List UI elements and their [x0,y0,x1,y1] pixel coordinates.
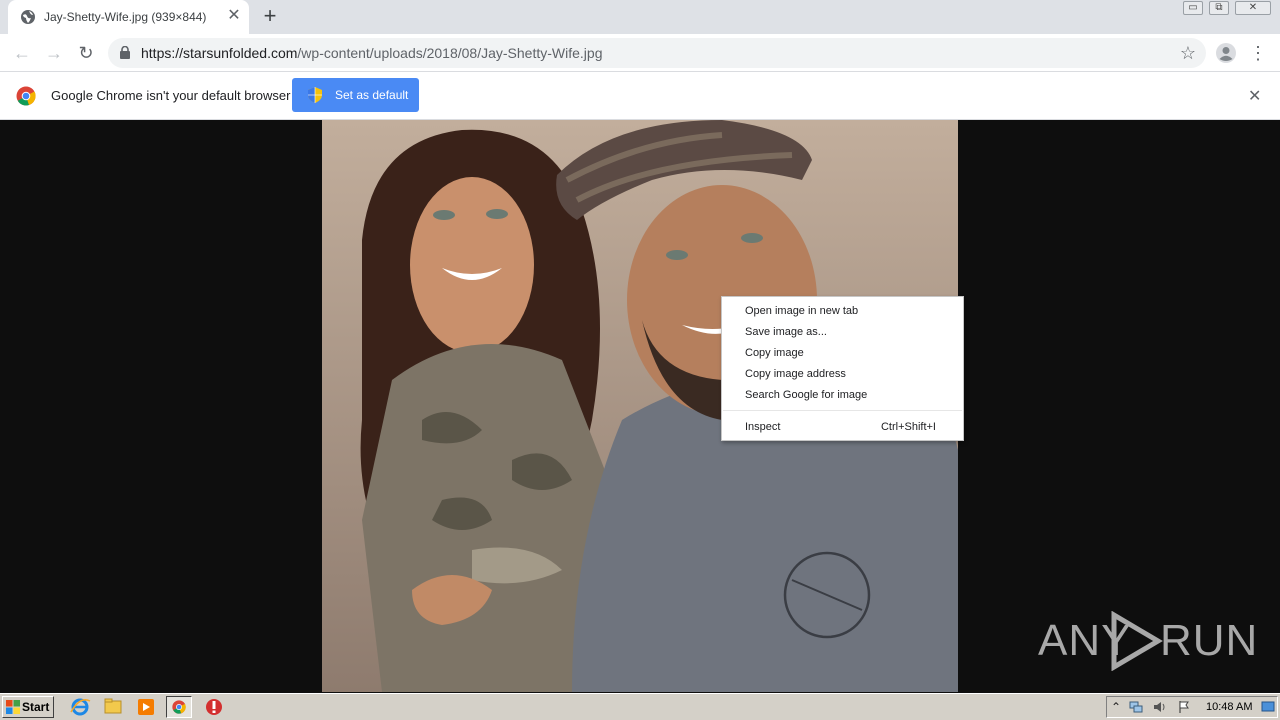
minimize-button[interactable]: ▭ [1183,1,1203,15]
window-close-button[interactable]: ✕ [1235,1,1271,15]
infobar-message: Google Chrome isn't your default browser [51,88,291,103]
anyrun-watermark: ANY RUN [1038,608,1257,674]
browser-toolbar: ← → ↻ https://starsunfolded.com/wp-conte… [0,34,1280,72]
menu-icon[interactable]: ⋮ [1248,43,1268,63]
forward-icon[interactable]: → [44,43,64,63]
lock-icon [120,46,130,59]
infobar-close-icon[interactable]: ✕ [1248,86,1261,106]
windows-flag-icon [6,700,20,714]
tab-title: Jay-Shetty-Wife.jpg (939×844) [44,10,207,24]
back-icon[interactable]: ← [12,43,32,63]
menu-item-copy-image-address[interactable]: Copy image address [745,368,846,380]
taskbar-clock: 10:48 AM [1206,701,1253,713]
chrome-taskbar-button[interactable] [166,696,192,718]
menu-item-inspect[interactable]: Inspect [745,421,780,433]
start-button[interactable]: Start [2,696,54,718]
shield-icon [308,87,322,103]
media-player-icon[interactable] [133,696,159,718]
tab-active[interactable]: Jay-Shetty-Wife.jpg (939×844) ✕ [8,0,249,34]
volume-icon[interactable] [1152,700,1166,714]
play-logo-icon [1111,611,1163,671]
globe-icon [21,10,35,24]
internet-explorer-icon[interactable] [67,696,93,718]
set-as-default-button[interactable]: Set as default [292,78,419,112]
menu-item-open-image-new-tab[interactable]: Open image in new tab [745,305,858,317]
url-host: https://starsunfolded.com [141,45,298,61]
reload-icon[interactable]: ↻ [76,43,96,63]
menu-separator [723,410,962,411]
windows-taskbar: Start ⌃ 10:48 AM [0,693,1280,720]
image-viewer [0,120,1280,692]
stop-sign-icon[interactable] [201,696,227,718]
start-label: Start [22,700,50,714]
tab-close-icon[interactable]: ✕ [226,8,242,24]
address-bar[interactable]: https://starsunfolded.com/wp-content/upl… [108,38,1206,68]
url-path: /wp-content/uploads/2018/08/Jay-Shetty-W… [297,45,603,61]
system-tray: ⌃ 10:48 AM [1106,696,1278,718]
restore-button[interactable]: ⧉ [1209,1,1229,15]
default-browser-infobar: Google Chrome isn't your default browser… [0,72,1280,120]
show-desktop-icon[interactable] [1261,700,1275,714]
profile-avatar-icon[interactable] [1215,42,1237,64]
chrome-logo-icon [16,86,36,106]
menu-item-save-image-as[interactable]: Save image as... [745,326,827,338]
inspect-shortcut: Ctrl+Shift+I [880,421,936,433]
tray-expand-icon[interactable]: ⌃ [1109,700,1123,714]
menu-item-search-google-for-image[interactable]: Search Google for image [745,389,867,401]
image-context-menu: Open image in new tab Save image as... C… [721,296,964,441]
url-text: https://starsunfolded.com/wp-content/upl… [141,45,602,61]
watermark-run: RUN [1160,616,1259,665]
action-center-flag-icon[interactable] [1177,700,1191,714]
new-tab-button[interactable]: + [261,5,279,27]
set-as-default-label: Set as default [335,88,409,102]
tab-strip: Jay-Shetty-Wife.jpg (939×844) ✕ + ▭ ⧉ ✕ [0,0,1280,34]
bookmark-star-icon[interactable]: ☆ [1180,43,1196,64]
chrome-taskbar-icon [172,700,186,714]
file-explorer-icon[interactable] [100,696,126,718]
network-icon[interactable] [1129,700,1143,714]
menu-item-copy-image[interactable]: Copy image [745,347,804,359]
